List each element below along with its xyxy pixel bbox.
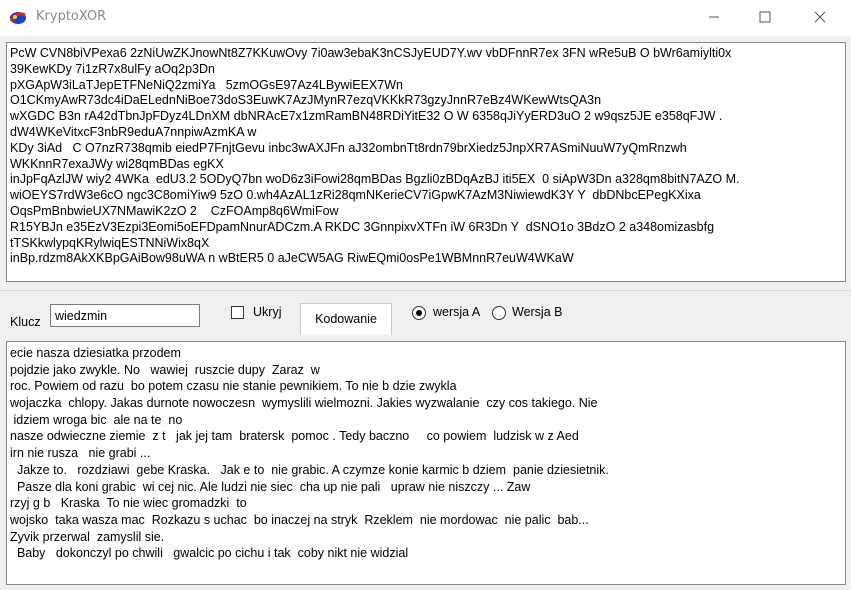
plaintext-line: Pasze dla koni grabic wi cej nic. Ale lu… <box>10 479 531 494</box>
maximize-button[interactable] <box>742 0 788 34</box>
plaintext-line: rzyj g b Kraska To nie wiec gromadzki to <box>10 496 247 511</box>
ciphertext-line: wXGDC B3n rA42dTbnJpFDyz4LDnXM dbNRAcE7x… <box>10 109 723 124</box>
version-b-radio[interactable] <box>492 306 506 320</box>
ciphertext-line: WKKnnR7exaJWy wi28qmBDas egKX <box>10 156 224 171</box>
title-bar: KryptoXOR <box>0 0 851 36</box>
plaintext-line: ecie nasza dziesiatka przodem <box>10 346 181 360</box>
minimize-button[interactable] <box>691 0 737 34</box>
app-logo-icon <box>9 12 26 24</box>
ciphertext-line: KDy 3iAd C O7nzR738qmib eiedP7FnjtGevu i… <box>10 140 687 155</box>
plaintext-line: Zyvik przerwal zamyslil sie. <box>10 529 165 544</box>
ciphertext-line: dW4WKeVitxcF3nbR9eduA7nnpiwAzmKA w <box>10 124 257 139</box>
plaintext-line: Jakze to. rozdziawi gebe Kraska. Jak e t… <box>10 462 609 477</box>
divider <box>0 290 851 291</box>
window-title: KryptoXOR <box>36 9 107 24</box>
plaintext-line: pojdzie jako zwykle. No wawiej ruszcie d… <box>10 362 320 377</box>
ciphertext-line: R15YBJn e35EzV3Ezpi3Eomi5oEFDpamNnurADCz… <box>10 219 715 234</box>
ciphertext-line: inBp.rdzm8AkXKBpGAiBow98uWA n wBtER5 0 a… <box>10 251 574 266</box>
ciphertext-line: PcW CVN8biVPexa6 2zNiUwZKJnowNt8Z7KKuwOv… <box>10 46 732 60</box>
plaintext-textarea[interactable]: ecie nasza dziesiatka przodem pojdzie ja… <box>6 341 846 585</box>
plaintext-line: nasze odwieczne ziemie z t jak jej tam b… <box>10 429 579 444</box>
ciphertext-line: inJpFqAzlJW wiy2 4WKa edU3.2 5ODyQ7bn wo… <box>10 172 740 187</box>
ciphertext-line: wiOEYS7rdW3e6cO ngc3C8omiYiw9 5zO 0.wh4A… <box>10 188 701 203</box>
plaintext-line: wojsko taka wasza mac Rozkazu s uchac bo… <box>10 512 589 527</box>
ciphertext-line: 39KewKDy 7i1zR7x8ulFy aOq2p3Dn <box>10 61 215 76</box>
ciphertext-line: O1CKmyAwR73dc4iDaELednNiBoe73doS3EuwK7Az… <box>10 93 602 108</box>
minimize-icon <box>709 16 719 18</box>
version-a-label[interactable]: wersja A <box>433 305 480 319</box>
ciphertext-textarea[interactable]: PcW CVN8biVPexa6 2zNiUwZKJnowNt8Z7KKuwOv… <box>6 42 846 282</box>
plaintext-line: roc. Powiem od razu bo potem czasu nie s… <box>10 379 457 394</box>
close-icon <box>814 11 826 23</box>
encode-button[interactable]: Kodowanie <box>300 303 392 335</box>
plaintext-line: idziem wroga bic ale na te no <box>10 412 183 427</box>
ciphertext-line: pXGApW3iLaTJepETFNeNiQ2zmiYa 5zmOGsE97Az… <box>10 77 403 92</box>
plaintext-line: Baby dokonczyl po chwili gwalcic po cich… <box>10 546 409 561</box>
version-a-radio[interactable] <box>412 306 426 320</box>
key-input[interactable] <box>50 304 200 327</box>
ciphertext-line: tTSKkwlypqKRylwiqESTNNiWix8qX <box>10 235 210 250</box>
key-label: Klucz <box>10 315 41 329</box>
ciphertext-line: OqsPmBnbwieUX7NMawiK2zO 2 CzFOAmp8q6WmiF… <box>10 203 339 218</box>
hide-checkbox-label[interactable]: Ukryj <box>253 305 281 319</box>
plaintext-line: wojaczka chlopy. Jakas durnote nowoczesn… <box>10 396 598 411</box>
maximize-icon <box>759 11 771 23</box>
version-b-label[interactable]: Wersja B <box>512 305 562 319</box>
plaintext-line: irn nie rusza nie grabi ... <box>10 446 151 461</box>
close-button[interactable] <box>797 0 843 34</box>
radio-selected-dot <box>416 310 422 316</box>
hide-checkbox[interactable] <box>231 306 244 319</box>
